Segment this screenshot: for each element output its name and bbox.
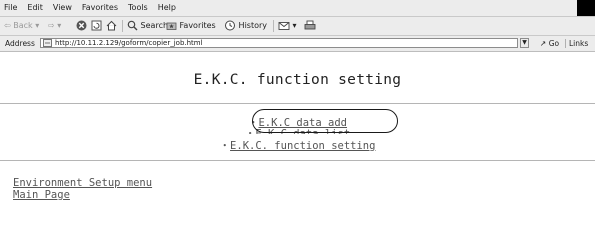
address-input[interactable]: http://10.11.2.129/goform/copier_job.htm…: [40, 38, 518, 48]
stop-button[interactable]: [76, 17, 87, 35]
go-button[interactable]: ↗ Go: [540, 36, 559, 51]
refresh-icon: [91, 20, 102, 31]
chevron-down-icon: ▾: [292, 21, 297, 30]
toolbar-divider: [273, 20, 274, 32]
back-arrow-icon: ⇦: [4, 21, 11, 30]
links-button[interactable]: Links: [569, 36, 588, 51]
favorites-folder-icon: [166, 22, 177, 30]
footer-links: Environment Setup menu Main Page: [13, 177, 152, 201]
address-bar: Address http://10.11.2.129/goform/copier…: [0, 36, 595, 52]
favorites-label: Favorites: [179, 21, 216, 30]
bullet: ・: [244, 128, 256, 140]
mail-icon: [278, 22, 290, 30]
go-label: Go: [548, 39, 560, 48]
address-url: http://10.11.2.129/goform/copier_job.htm…: [55, 39, 203, 47]
title-divider: [0, 103, 595, 104]
forward-button[interactable]: ⇨ ▾: [48, 17, 61, 35]
bullet: ・: [219, 140, 231, 152]
menu-view[interactable]: View: [48, 0, 77, 16]
search-label: Search: [140, 21, 169, 30]
content-divider: [0, 160, 595, 161]
link-ekc-function-setting[interactable]: E.K.C. function setting: [230, 140, 375, 152]
print-icon: [304, 20, 316, 30]
menu-file[interactable]: File: [0, 0, 22, 16]
home-icon: [106, 20, 117, 31]
search-button[interactable]: Search: [127, 17, 168, 35]
menu-bar: File Edit View Favorites Tools Help: [0, 0, 595, 17]
highlight-callout: [252, 109, 398, 133]
forward-arrow-icon: ⇨: [48, 21, 55, 30]
stop-icon: [76, 20, 87, 31]
menu-item-function-setting: ・E.K.C. function setting: [0, 140, 595, 153]
back-button[interactable]: ⇦ Back ▾: [4, 17, 39, 35]
web-page-icon: [43, 39, 52, 47]
links-divider: [565, 39, 566, 48]
link-main-page[interactable]: Main Page: [13, 189, 70, 201]
favorites-button[interactable]: Favorites: [166, 17, 216, 35]
search-icon: [127, 20, 138, 31]
print-button[interactable]: [304, 17, 316, 35]
address-dropdown-button[interactable]: ▼: [520, 38, 529, 48]
address-label: Address: [5, 39, 35, 48]
menu-edit[interactable]: Edit: [22, 0, 48, 16]
home-button[interactable]: [106, 17, 117, 35]
menu-tools[interactable]: Tools: [123, 0, 153, 16]
toolbar-divider: [122, 20, 123, 32]
history-label: History: [238, 21, 268, 30]
refresh-button[interactable]: [91, 17, 102, 35]
toolbar: ⇦ Back ▾ ⇨ ▾ Search Favorites History ▾: [0, 17, 595, 36]
chevron-down-icon: ▾: [35, 21, 40, 30]
chevron-down-icon: ▼: [522, 39, 527, 46]
page-title: E.K.C. function setting: [193, 72, 402, 88]
menu-favorites[interactable]: Favorites: [77, 0, 123, 16]
menu-help[interactable]: Help: [153, 0, 181, 16]
back-label: Back: [13, 21, 33, 30]
link-environment-setup-menu[interactable]: Environment Setup menu: [13, 177, 152, 189]
go-arrow-icon: ↗: [540, 39, 547, 48]
browser-logo-icon: [577, 0, 595, 16]
history-button[interactable]: History: [224, 17, 267, 35]
chevron-down-icon: ▾: [57, 21, 62, 30]
history-icon: [225, 20, 235, 31]
mail-button[interactable]: ▾: [278, 17, 297, 35]
